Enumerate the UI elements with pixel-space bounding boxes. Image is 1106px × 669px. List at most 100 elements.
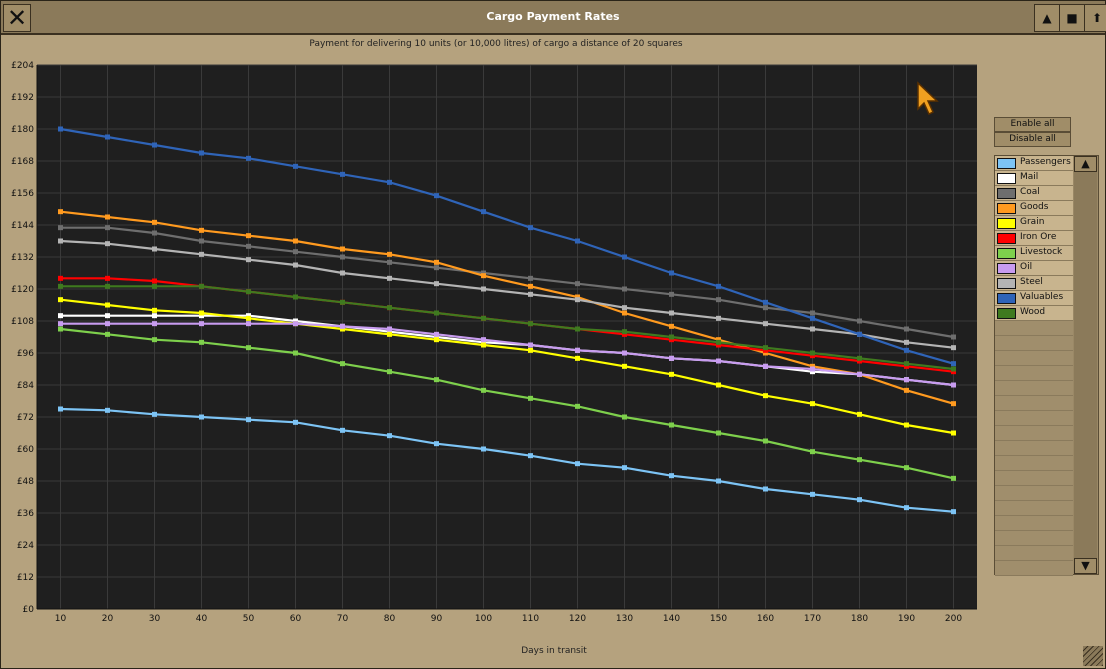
- y-tick-label: £24: [17, 541, 34, 551]
- x-tick-label: 200: [945, 614, 962, 624]
- y-tick-label: £192: [11, 93, 34, 103]
- data-point-valuables: [387, 179, 392, 185]
- data-point-wood: [434, 310, 439, 316]
- legend-empty-row: [995, 396, 1073, 411]
- data-point-wood: [340, 299, 345, 305]
- data-point-passengers: [763, 486, 768, 492]
- data-point-valuables: [199, 150, 204, 156]
- data-point-grain: [481, 342, 486, 348]
- data-point-grain: [575, 355, 580, 361]
- pin-icon[interactable]: ⬆: [1084, 4, 1106, 32]
- legend-item-coal[interactable]: Coal: [995, 186, 1073, 201]
- data-point-valuables: [904, 347, 909, 353]
- y-tick-label: £132: [11, 253, 34, 263]
- window-title: Cargo Payment Rates: [486, 10, 620, 23]
- data-point-passengers: [622, 465, 627, 471]
- data-point-grain: [763, 393, 768, 399]
- data-point-steel: [669, 310, 674, 316]
- defsize-icon[interactable]: ■: [1059, 4, 1085, 32]
- data-point-goods: [387, 251, 392, 257]
- data-point-livestock: [951, 475, 956, 481]
- legend-empty-row: [995, 381, 1073, 396]
- data-point-iron-ore: [58, 275, 63, 281]
- data-point-wood: [669, 334, 674, 340]
- data-point-coal: [575, 281, 580, 287]
- shade-icon[interactable]: ▲: [1034, 4, 1060, 32]
- data-point-coal: [622, 286, 627, 292]
- legend-item-mail[interactable]: Mail: [995, 171, 1073, 186]
- legend-empty-row: [995, 441, 1073, 456]
- scroll-down-icon[interactable]: ▼: [1074, 558, 1097, 574]
- data-point-oil: [434, 331, 439, 337]
- data-point-steel: [199, 251, 204, 257]
- x-tick-label: 100: [475, 614, 492, 624]
- legend-item-grain[interactable]: Grain: [995, 216, 1073, 231]
- data-point-goods: [199, 227, 204, 233]
- data-point-oil: [575, 347, 580, 353]
- data-point-oil: [951, 382, 956, 388]
- legend-item-wood[interactable]: Wood: [995, 306, 1073, 321]
- legend-swatch: [997, 218, 1016, 229]
- data-point-passengers: [246, 417, 251, 423]
- data-point-livestock: [810, 449, 815, 455]
- data-point-wood: [58, 283, 63, 289]
- title-bar[interactable]: ✕ Cargo Payment Rates ▲ ■ ⬆: [1, 1, 1106, 35]
- data-point-valuables: [105, 134, 110, 140]
- data-point-steel: [951, 345, 956, 351]
- legend-empty-row: [995, 366, 1073, 381]
- data-point-passengers: [857, 497, 862, 503]
- data-point-livestock: [622, 414, 627, 420]
- legend-swatch: [997, 278, 1016, 289]
- data-point-steel: [528, 291, 533, 297]
- data-point-grain: [669, 371, 674, 377]
- data-point-livestock: [434, 377, 439, 383]
- data-point-steel: [434, 281, 439, 287]
- data-point-steel: [293, 262, 298, 268]
- data-point-mail: [105, 313, 110, 319]
- legend-empty-row: [995, 321, 1073, 336]
- data-point-passengers: [58, 406, 63, 412]
- data-point-coal: [763, 305, 768, 311]
- disable-all-button[interactable]: Disable all: [994, 132, 1071, 147]
- data-point-valuables: [246, 155, 251, 161]
- data-point-goods: [340, 246, 345, 252]
- data-point-coal: [904, 326, 909, 332]
- data-point-passengers: [105, 407, 110, 413]
- cargo-legend: Passengers Mail Coal Goods Grain Iron Ore Live…: [994, 155, 1099, 576]
- legend-empty-row: [995, 516, 1073, 531]
- data-point-oil: [105, 321, 110, 327]
- data-point-coal: [105, 225, 110, 231]
- legend-label: Grain: [1020, 217, 1045, 227]
- data-point-grain: [58, 297, 63, 303]
- legend-scrollbar[interactable]: ▲ ▼: [1074, 156, 1097, 574]
- data-point-goods: [622, 310, 627, 316]
- legend-item-livestock[interactable]: Livestock: [995, 246, 1073, 261]
- x-tick-label: 180: [851, 614, 868, 624]
- data-point-goods: [58, 209, 63, 215]
- x-tick-label: 60: [290, 614, 302, 624]
- y-tick-label: £168: [11, 157, 34, 167]
- data-point-goods: [528, 283, 533, 289]
- data-point-passengers: [387, 433, 392, 439]
- legend-item-passengers[interactable]: Passengers: [995, 156, 1073, 171]
- legend-label: Oil: [1020, 262, 1033, 272]
- legend-item-iron-ore[interactable]: Iron Ore: [995, 231, 1073, 246]
- payment-chart: £0 £12 £24 £36 £48 £60 £72 £84 £96 £108 £120 £132 £1…: [11, 61, 977, 624]
- legend-item-goods[interactable]: Goods: [995, 201, 1073, 216]
- data-point-oil: [246, 321, 251, 327]
- resize-grip[interactable]: [1083, 646, 1103, 666]
- legend-item-oil[interactable]: Oil: [995, 261, 1073, 276]
- data-point-oil: [716, 358, 721, 364]
- data-point-oil: [152, 321, 157, 327]
- data-point-steel: [481, 286, 486, 292]
- data-point-passengers: [199, 414, 204, 420]
- legend-item-valuables[interactable]: Valuables: [995, 291, 1073, 306]
- legend-item-steel[interactable]: Steel: [995, 276, 1073, 291]
- legend-label: Valuables: [1020, 292, 1064, 302]
- data-point-oil: [904, 377, 909, 383]
- scroll-up-icon[interactable]: ▲: [1074, 156, 1097, 172]
- data-point-livestock: [575, 403, 580, 409]
- enable-all-button[interactable]: Enable all: [994, 117, 1071, 132]
- data-point-passengers: [904, 505, 909, 511]
- legend-empty-row: [995, 546, 1073, 561]
